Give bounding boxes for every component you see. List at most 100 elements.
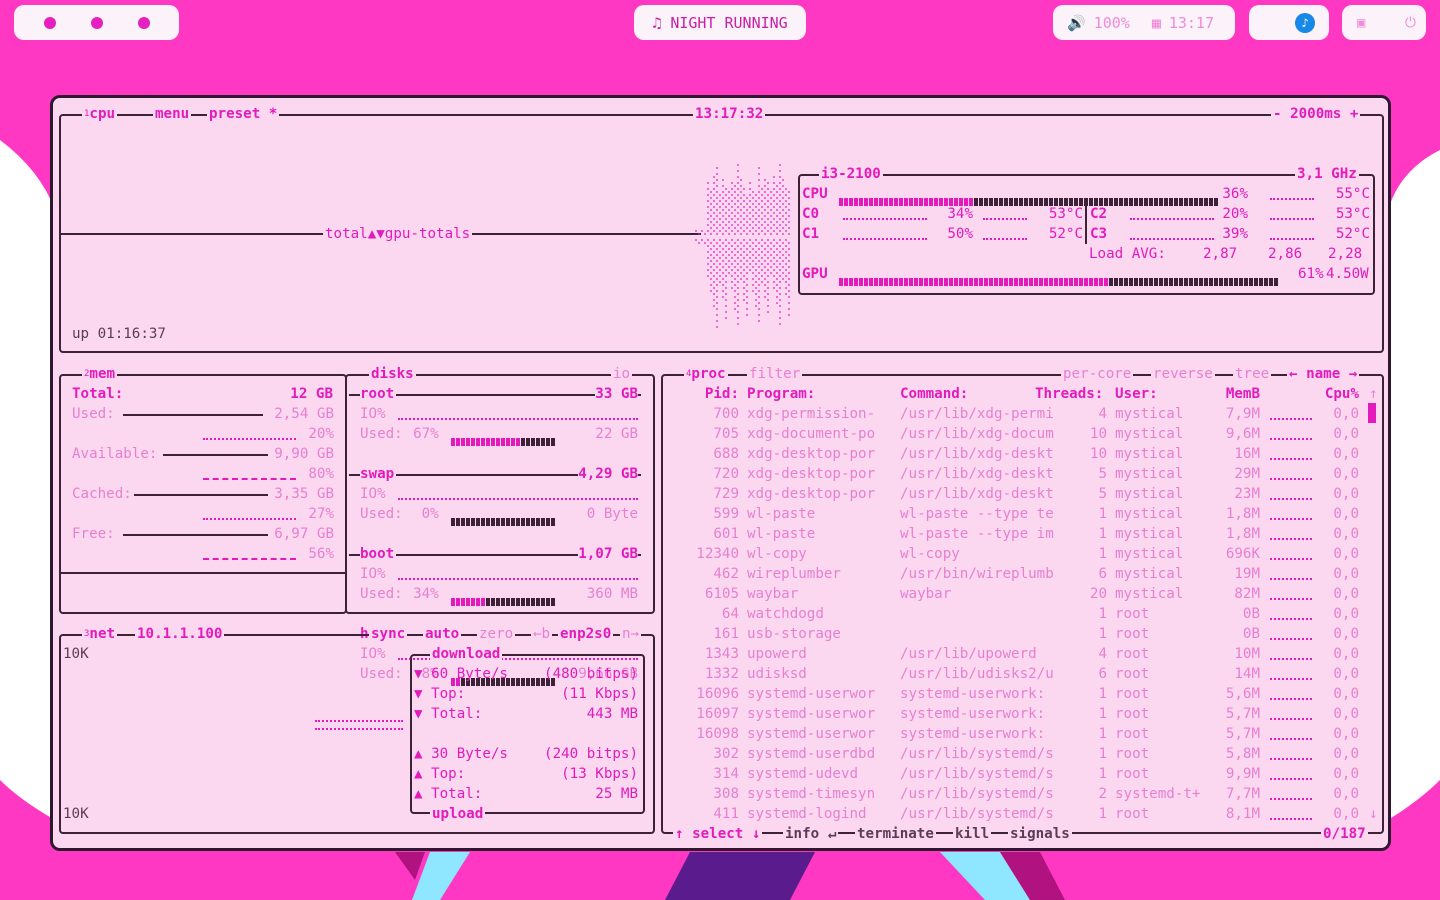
proc-sort-selector[interactable]: ← name → (1287, 364, 1360, 384)
proc-command: wl-paste --type im (900, 526, 1054, 542)
scroll-up-icon[interactable]: ↑ (1369, 384, 1378, 404)
proc-threads: 1 (1098, 506, 1107, 522)
net-auto-button[interactable]: auto (423, 624, 462, 644)
bar-cell (1104, 278, 1108, 286)
bar-cell (1149, 198, 1153, 206)
proc-kill-button[interactable]: kill (953, 824, 992, 844)
graph-dot (716, 254, 718, 256)
col-mem[interactable]: MemB (1213, 384, 1260, 404)
bar-cell (1184, 278, 1188, 286)
net-tab[interactable]: 3net (82, 624, 118, 644)
bar-cell (461, 598, 465, 606)
power-icon[interactable]: ⏻ (1405, 15, 1416, 31)
disk-name[interactable]: swap (360, 464, 397, 484)
col-pid[interactable]: Pid: (693, 384, 739, 404)
workspace-switcher[interactable] (14, 5, 179, 40)
bar-cell (476, 438, 480, 446)
graph-dot (713, 281, 715, 283)
net-prev-button[interactable]: ←b (531, 624, 553, 644)
disk-name[interactable]: boot (360, 544, 397, 564)
col-program[interactable]: Program: (747, 384, 815, 404)
scroll-down-icon[interactable]: ↓ (1369, 804, 1378, 824)
graph-dot (731, 263, 733, 265)
graph-dot (782, 233, 784, 235)
bar-cell (496, 598, 500, 606)
mem-available-pct: 80% (308, 466, 334, 482)
graph-dot (752, 227, 754, 229)
volume-icon[interactable]: 🔊 (1067, 14, 1086, 32)
graph-dot (746, 233, 748, 235)
proc-scrollbar[interactable] (1368, 403, 1376, 423)
proc-cpu: 0,0 (1333, 466, 1359, 482)
graph-dot (770, 197, 772, 199)
workspace-dot-2[interactable] (90, 16, 103, 29)
proc-mem: 5,7M (1225, 726, 1260, 742)
music-app-icon[interactable]: ♪ (1295, 12, 1315, 33)
menu-button[interactable]: menu (153, 104, 192, 124)
graph-dot (746, 314, 748, 316)
proc-select-control[interactable]: ↑ select ↓ (673, 824, 763, 844)
workspace-dot-1[interactable] (43, 16, 56, 29)
net-next-button[interactable]: n→ (620, 624, 642, 644)
proc-signals-button[interactable]: signals (1008, 824, 1072, 844)
media-widget[interactable]: ♫ NIGHT RUNNING (634, 5, 806, 40)
update-interval[interactable]: - 2000ms + (1271, 104, 1361, 124)
disks-tab[interactable]: disks (369, 364, 416, 384)
graph-dot (761, 212, 763, 214)
proc-tree-toggle[interactable]: tree (1233, 364, 1272, 384)
proc-mem: 1,8M (1225, 526, 1260, 542)
graph-dot (716, 209, 718, 211)
proc-info-button[interactable]: info ↵ (783, 824, 839, 844)
status-widget[interactable]: 🔊 100% ▦ 13:17 (1053, 5, 1235, 40)
graph-dot (767, 230, 769, 232)
col-user[interactable]: User: (1115, 384, 1158, 404)
net-zero-button[interactable]: zero (477, 624, 516, 644)
graph-dot (785, 224, 787, 226)
upload-stat-value: 25 MB (595, 786, 638, 802)
graph-dot (782, 278, 784, 280)
graph-dot (746, 197, 748, 199)
proc-cpu: 0,0 (1333, 706, 1359, 722)
col-threads[interactable]: Threads: (1035, 384, 1103, 404)
disk-name[interactable]: root (360, 384, 397, 404)
cpu-tab[interactable]: 1cpu (82, 104, 118, 124)
graph-dot (716, 173, 718, 175)
proc-cpu-graph (1270, 678, 1312, 680)
proc-reverse-toggle[interactable]: reverse (1151, 364, 1215, 384)
graph-mode-label[interactable]: total▲▼gpu-totals (323, 224, 473, 244)
mem-tab[interactable]: 2mem (82, 364, 118, 384)
image-icon[interactable]: ▣ (1357, 15, 1365, 31)
proc-pid: 6105 (704, 586, 739, 602)
proc-pid: 12340 (696, 546, 739, 562)
bar-cell (536, 438, 540, 446)
graph-dot (731, 281, 733, 283)
graph-dot (731, 239, 733, 241)
proc-cpu: 0,0 (1333, 526, 1359, 542)
proc-terminate-button[interactable]: terminate (855, 824, 936, 844)
disk-used-bar (451, 591, 556, 606)
proc-per-core-toggle[interactable]: per-core (1061, 364, 1134, 384)
graph-dot (752, 254, 754, 256)
workspace-dot-3[interactable] (137, 16, 150, 29)
proc-threads: 4 (1098, 646, 1107, 662)
proc-tab[interactable]: 4proc (684, 364, 728, 384)
graph-dot (737, 218, 739, 220)
graph-dot (716, 233, 718, 235)
bar-cell (1214, 278, 1218, 286)
col-cpu[interactable]: Cpu% (1313, 384, 1359, 404)
bar-cell (924, 198, 928, 206)
graph-dot (737, 164, 739, 166)
net-sync-button[interactable]: sync (369, 624, 408, 644)
col-command[interactable]: Command: (900, 384, 968, 404)
proc-filter-button[interactable]: filter (747, 364, 803, 384)
preset-button[interactable]: preset * (207, 104, 280, 124)
bar-cell (919, 198, 923, 206)
graph-dot (719, 269, 721, 271)
download-stat-value: 443 MB (586, 706, 638, 722)
disks-io-toggle[interactable]: io (611, 364, 633, 384)
bar-cell (1224, 278, 1228, 286)
graph-dot (737, 224, 739, 226)
proc-cpu-graph (1270, 458, 1312, 460)
graph-dot (758, 209, 760, 211)
bar-cell (1199, 198, 1203, 206)
